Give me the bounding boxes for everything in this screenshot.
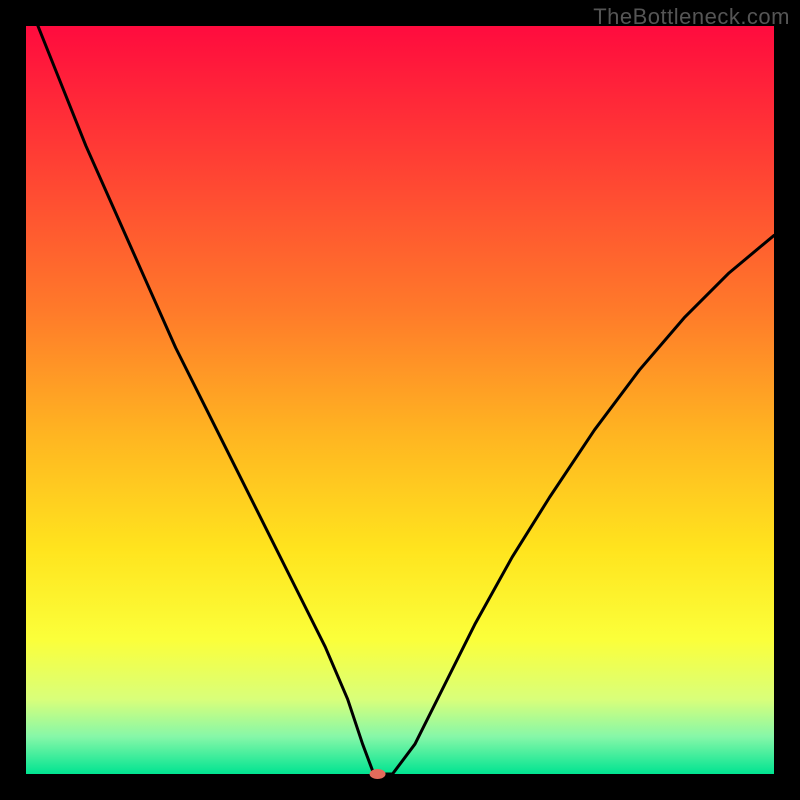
plot-background	[26, 26, 774, 774]
watermark-text: TheBottleneck.com	[593, 4, 790, 30]
optimum-marker	[370, 769, 386, 779]
bottleneck-chart	[0, 0, 800, 800]
chart-container: TheBottleneck.com	[0, 0, 800, 800]
